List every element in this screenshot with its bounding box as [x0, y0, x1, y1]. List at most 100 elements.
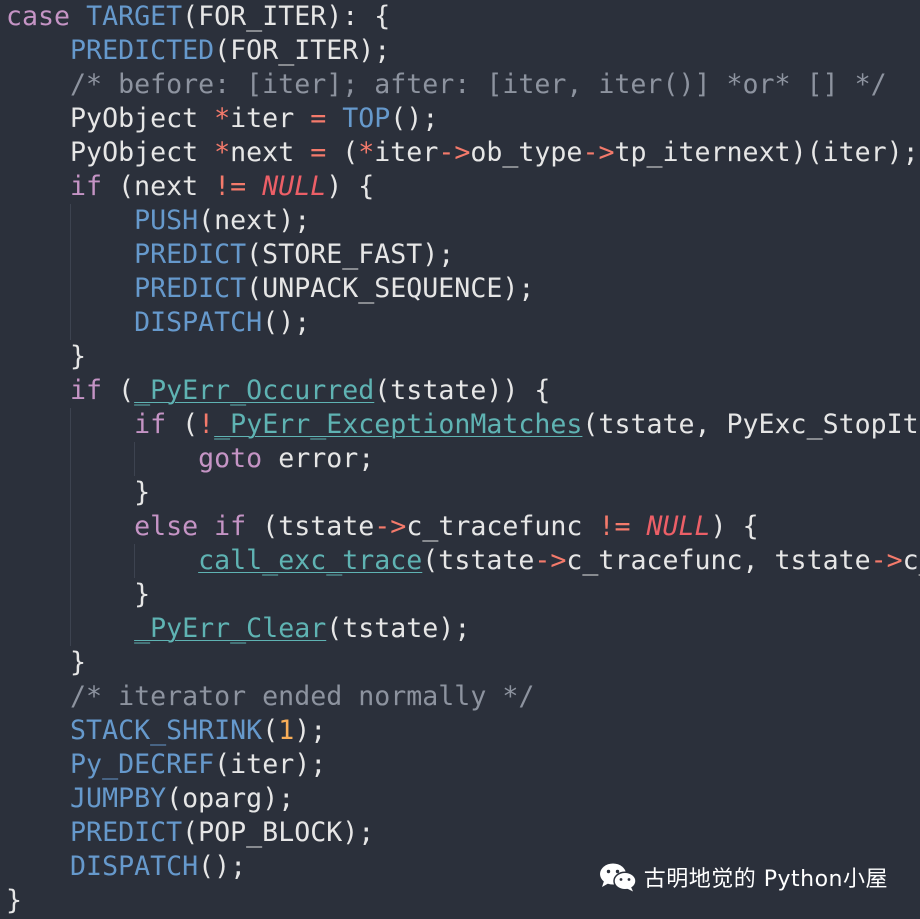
- code-line: STACK_SHRINK(1);: [6, 714, 920, 748]
- code-token: (next: [102, 171, 215, 202]
- code-token: (: [166, 409, 199, 440]
- code-token: (STORE_FAST);: [246, 239, 455, 270]
- code-token: (tstate, PyExc_StopIteration)) {: [582, 409, 920, 440]
- code-token: tp_iternext)(iter);: [614, 137, 919, 168]
- code-token: c_tracefunc, tstate: [566, 545, 871, 576]
- code-token: !=: [214, 171, 247, 202]
- code-token: (: [262, 715, 279, 746]
- code-token: }: [6, 885, 23, 916]
- code-token: PREDICT: [70, 817, 183, 848]
- code-line: PREDICT(POP_BLOCK);: [6, 816, 920, 850]
- watermark-text: 古明地觉的 Python小屋: [643, 867, 888, 892]
- code-token: ();: [390, 103, 439, 134]
- code-token: next: [230, 137, 311, 168]
- code-token: /* before: [iter]; after: [iter, iter()]…: [6, 69, 887, 100]
- code-token: c_tracefunc: [406, 511, 599, 542]
- code-token: _PyErr_Clear: [134, 613, 327, 644]
- code-token: STACK_SHRINK: [70, 715, 263, 746]
- code-token: }: [6, 579, 151, 610]
- code-token: DISPATCH: [70, 851, 199, 882]
- code-line: Py_DECREF(iter);: [6, 748, 920, 782]
- code-token: if: [70, 171, 103, 202]
- code-token: ) {: [326, 171, 375, 202]
- code-token: 1: [278, 715, 295, 746]
- code-editor[interactable]: case TARGET(FOR_ITER): { PREDICTED(FOR_I…: [0, 0, 920, 919]
- code-line: JUMPBY(oparg);: [6, 782, 920, 816]
- code-line: PyObject *next = (*iter->ob_type->tp_ite…: [6, 136, 920, 170]
- code-line: if (_PyErr_Occurred(tstate)) {: [6, 374, 920, 408]
- code-token: ob_type: [470, 137, 583, 168]
- code-token: if: [134, 409, 167, 440]
- code-token: (tstate: [246, 511, 375, 542]
- code-token: PUSH: [134, 205, 199, 236]
- code-token: _PyErr_ExceptionMatches: [214, 409, 583, 440]
- code-token: PREDICT: [134, 273, 247, 304]
- code-token: *: [214, 103, 231, 134]
- code-token: call_exc_trace: [198, 545, 423, 576]
- code-token: _PyErr_Occurred: [134, 375, 375, 406]
- code-token: }: [6, 341, 87, 372]
- code-line: }: [6, 476, 920, 510]
- code-token: (UNPACK_SEQUENCE);: [246, 273, 535, 304]
- code-token: ->: [582, 137, 615, 168]
- code-line: else if (tstate->c_tracefunc != NULL) {: [6, 510, 920, 544]
- code-content[interactable]: case TARGET(FOR_ITER): { PREDICTED(FOR_I…: [6, 0, 920, 918]
- code-token: (tstate);: [326, 613, 471, 644]
- code-token: iter: [374, 137, 439, 168]
- code-token: PyObject: [6, 137, 215, 168]
- code-token: PREDICT: [134, 239, 247, 270]
- code-token: *: [358, 137, 375, 168]
- code-token: (next);: [198, 205, 311, 236]
- code-token: iter: [230, 103, 311, 134]
- code-token: ->: [870, 545, 903, 576]
- code-token: !=: [598, 511, 631, 542]
- code-token: (iter);: [214, 749, 327, 780]
- code-token: error;: [262, 443, 375, 474]
- code-token: (: [102, 375, 135, 406]
- code-token: }: [6, 647, 87, 678]
- code-token: goto: [198, 443, 263, 474]
- code-token: TOP: [342, 103, 391, 134]
- code-line: /* iterator ended normally */: [6, 680, 920, 714]
- code-token: if: [70, 375, 103, 406]
- code-token: else: [134, 511, 199, 542]
- code-token: NULL: [646, 511, 711, 542]
- code-token: ();: [198, 851, 247, 882]
- code-token: Py_DECREF: [70, 749, 215, 780]
- code-line: case TARGET(FOR_ITER): {: [6, 0, 920, 34]
- code-line: if (!_PyErr_ExceptionMatches(tstate, PyE…: [6, 408, 920, 442]
- code-token: (tstate)) {: [374, 375, 551, 406]
- code-token: ->: [438, 137, 471, 168]
- code-token: (POP_BLOCK);: [182, 817, 375, 848]
- code-token: !: [198, 409, 215, 440]
- code-line: }: [6, 578, 920, 612]
- code-line: PREDICT(STORE_FAST);: [6, 238, 920, 272]
- code-token: NULL: [262, 171, 327, 202]
- code-token: c_traceobj, tstate, f);: [902, 545, 920, 576]
- wechat-icon: [598, 862, 638, 892]
- code-token: ->: [534, 545, 567, 576]
- code-token: =: [310, 103, 327, 134]
- code-token: *: [214, 137, 231, 168]
- code-token: if: [214, 511, 247, 542]
- code-token: (FOR_ITER): {: [182, 1, 391, 32]
